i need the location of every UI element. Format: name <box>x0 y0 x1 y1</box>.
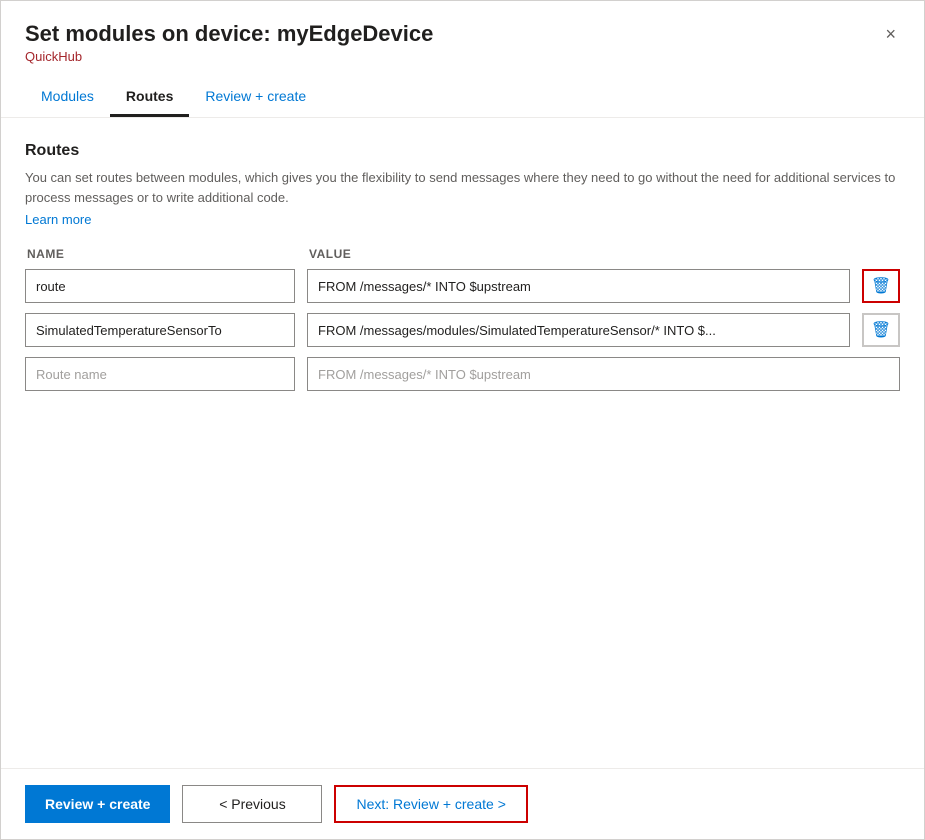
tab-routes[interactable]: Routes <box>110 78 189 117</box>
dialog-header: Set modules on device: myEdgeDevice × Qu… <box>1 1 924 118</box>
value-column-header: VALUE <box>309 247 898 261</box>
routes-header: NAME VALUE <box>25 247 900 261</box>
table-row: 🗑 <box>25 313 900 347</box>
delete-route-button-1[interactable]: 🗑 <box>862 269 900 303</box>
new-route-name-input[interactable] <box>25 357 295 391</box>
dialog-subtitle: QuickHub <box>25 49 900 64</box>
next-button[interactable]: Next: Review + create > <box>334 785 527 823</box>
new-route-row <box>25 357 900 391</box>
route-value-input-2[interactable] <box>307 313 850 347</box>
route-name-input-1[interactable] <box>25 269 295 303</box>
trash-icon: 🗑 <box>871 276 891 296</box>
learn-more-link[interactable]: Learn more <box>25 212 91 227</box>
route-value-input-1[interactable] <box>307 269 850 303</box>
routes-table: NAME VALUE 🗑 🗑 <box>25 247 900 391</box>
delete-route-button-2[interactable]: 🗑 <box>862 313 900 347</box>
tab-review-create[interactable]: Review + create <box>189 78 322 117</box>
dialog-title: Set modules on device: myEdgeDevice <box>25 21 433 47</box>
new-route-value-input[interactable] <box>307 357 900 391</box>
tab-modules[interactable]: Modules <box>25 78 110 117</box>
close-button[interactable]: × <box>881 21 900 47</box>
section-description: You can set routes between modules, whic… <box>25 168 900 207</box>
dialog-body: Routes You can set routes between module… <box>1 118 924 768</box>
review-create-button[interactable]: Review + create <box>25 785 170 823</box>
dialog: Set modules on device: myEdgeDevice × Qu… <box>0 0 925 840</box>
name-column-header: NAME <box>27 247 297 261</box>
trash-icon: 🗑 <box>871 320 891 340</box>
previous-button[interactable]: < Previous <box>182 785 322 823</box>
dialog-footer: Review + create < Previous Next: Review … <box>1 768 924 839</box>
tab-bar: Modules Routes Review + create <box>25 78 900 117</box>
table-row: 🗑 <box>25 269 900 303</box>
route-name-input-2[interactable] <box>25 313 295 347</box>
section-title: Routes <box>25 142 900 160</box>
